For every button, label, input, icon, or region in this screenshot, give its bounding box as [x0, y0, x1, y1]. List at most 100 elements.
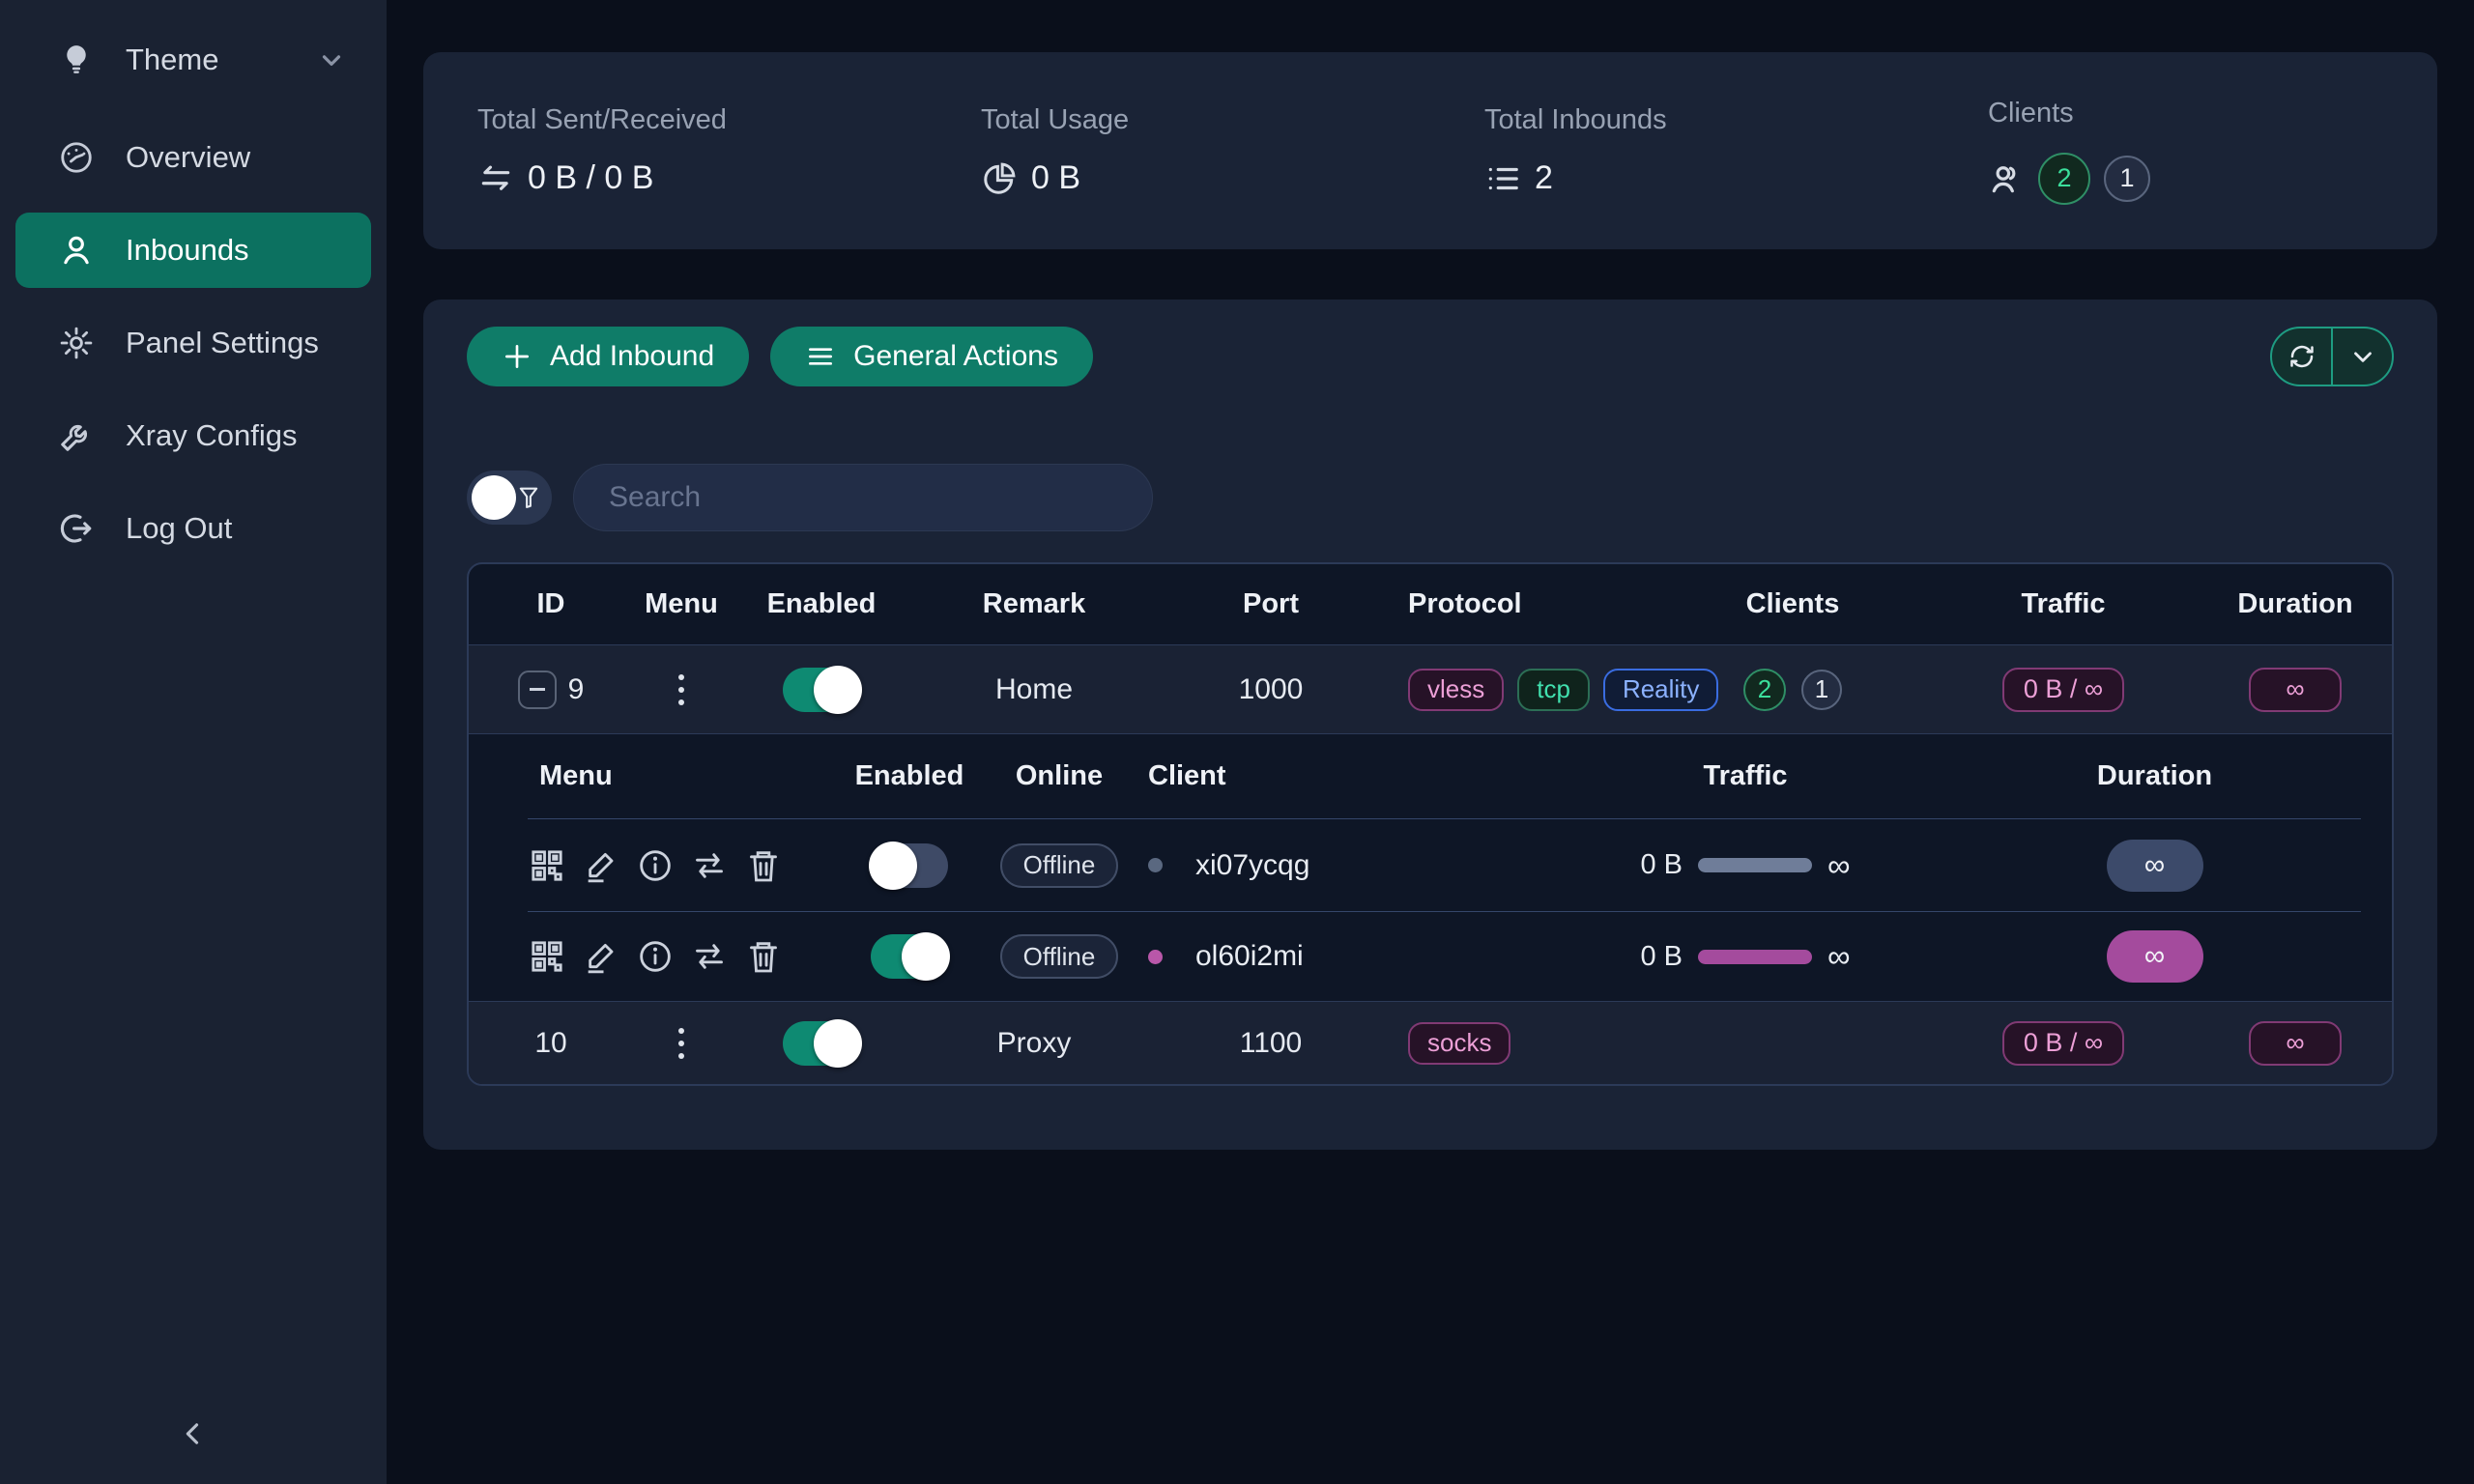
edit-pencil-icon[interactable] [582, 846, 620, 885]
protocol-tag-tcp: tcp [1517, 669, 1590, 711]
delete-trash-icon[interactable] [744, 846, 783, 885]
sidebar-nav: Overview Inbounds Panel Settings Xray Co… [0, 120, 387, 566]
actions-row: Add Inbound General Actions [467, 300, 2394, 386]
table-header-row: ID Menu Enabled Remark Port Protocol Cli… [469, 564, 2392, 645]
enabled-toggle[interactable] [783, 1021, 860, 1066]
theme-label: Theme [126, 43, 218, 77]
qr-code-icon[interactable] [528, 937, 566, 976]
reset-traffic-icon[interactable] [690, 846, 729, 885]
sidebar-item-label: Inbounds [126, 233, 249, 268]
client-name: ol60i2mi [1195, 940, 1304, 973]
collapse-sidebar-button[interactable] [166, 1407, 220, 1461]
collapse-row-button[interactable] [518, 671, 557, 709]
sidebar: Theme Overview Inbounds [0, 0, 387, 1484]
stat-value: 2 [1535, 159, 1553, 197]
reset-traffic-icon[interactable] [690, 937, 729, 976]
bulb-icon [58, 42, 95, 78]
inbound-row: 10 Proxy 1100 socks 0 B / ∞ [469, 1001, 2392, 1084]
protocol-tag-vless: vless [1408, 669, 1504, 711]
col-header-id: ID [469, 588, 633, 620]
sidebar-item-log-out[interactable]: Log Out [15, 491, 371, 566]
traffic-limit: ∞ [1827, 938, 1851, 975]
qr-code-icon[interactable] [528, 846, 566, 885]
clients-online-badge: 2 [1743, 669, 1786, 711]
refresh-split-button [2270, 327, 2394, 386]
sidebar-item-label: Log Out [126, 511, 232, 546]
logout-icon [58, 510, 95, 547]
client-duration-pill: ∞ [2107, 930, 2203, 983]
add-inbound-button[interactable]: Add Inbound [467, 327, 749, 386]
inbound-id: 9 [568, 673, 585, 706]
stat-total-inbounds: Total Inbounds 2 [1430, 104, 1934, 197]
inbound-remark: Home [913, 673, 1155, 706]
user-icon [58, 232, 95, 269]
subcol-header-traffic: Traffic [1542, 760, 1948, 792]
online-status-badge: Offline [1000, 843, 1119, 888]
add-inbound-label: Add Inbound [550, 340, 714, 373]
info-icon[interactable] [636, 937, 675, 976]
filter-row [467, 464, 2394, 531]
general-actions-label: General Actions [853, 340, 1058, 373]
edit-pencil-icon[interactable] [582, 937, 620, 976]
client-enabled-toggle[interactable] [871, 843, 948, 888]
col-header-traffic: Traffic [1928, 588, 2199, 620]
subcol-header-duration: Duration [1948, 760, 2361, 792]
client-name: xi07ycqg [1195, 849, 1309, 882]
search-input[interactable] [573, 464, 1153, 531]
toggle-knob [472, 475, 516, 520]
client-enabled-toggle[interactable] [871, 934, 948, 979]
stat-label: Total Sent/Received [477, 104, 927, 136]
users-icon [1988, 160, 2025, 197]
refresh-icon [2287, 342, 2316, 371]
traffic-progress-bar [1698, 950, 1812, 964]
funnel-icon [515, 484, 542, 511]
stat-label: Total Inbounds [1484, 104, 1934, 136]
client-duration-pill: ∞ [2107, 840, 2203, 892]
sidebar-item-inbounds[interactable]: Inbounds [15, 213, 371, 288]
arrows-left-right-icon [477, 160, 514, 197]
traffic-limit: ∞ [1827, 847, 1851, 884]
stat-value: 0 B [1031, 159, 1080, 197]
general-actions-button[interactable]: General Actions [770, 327, 1093, 386]
clients-subtable: Menu Enabled Online Client Traffic Durat… [469, 734, 2392, 1001]
col-header-duration: Duration [2199, 588, 2392, 620]
stat-label: Total Usage [981, 104, 1430, 136]
col-header-port: Port [1155, 588, 1387, 620]
protocol-tag-socks: socks [1408, 1022, 1510, 1065]
row-menu-button[interactable] [671, 1020, 692, 1067]
stat-value: 0 B / 0 B [528, 159, 653, 197]
sidebar-item-overview[interactable]: Overview [15, 120, 371, 195]
wrench-icon [58, 417, 95, 454]
sidebar-item-label: Overview [126, 140, 250, 175]
stats-card: Total Sent/Received 0 B / 0 B Total Usag… [423, 52, 2437, 249]
subtable-header-row: Menu Enabled Online Client Traffic Durat… [528, 734, 2361, 819]
clients-total-badge: 1 [1801, 670, 1842, 710]
sidebar-item-panel-settings[interactable]: Panel Settings [15, 305, 371, 381]
chevron-down-icon [317, 45, 346, 74]
sidebar-item-xray-configs[interactable]: Xray Configs [15, 398, 371, 473]
gauge-icon [58, 139, 95, 176]
subcol-header-online: Online [982, 760, 1136, 792]
refresh-button[interactable] [2272, 328, 2331, 385]
subcol-header-menu: Menu [528, 760, 837, 792]
info-icon[interactable] [636, 846, 675, 885]
enabled-toggle[interactable] [783, 668, 860, 712]
duration-pill: ∞ [2249, 668, 2342, 712]
inbound-port: 1000 [1155, 673, 1387, 706]
subcol-header-enabled: Enabled [837, 760, 982, 792]
row-menu-button[interactable] [671, 667, 692, 713]
theme-selector[interactable]: Theme [15, 23, 371, 97]
plus-icon [502, 341, 532, 372]
col-header-protocol: Protocol [1387, 588, 1657, 620]
filter-toggle[interactable] [467, 471, 552, 525]
refresh-options-button[interactable] [2331, 328, 2392, 385]
col-header-menu: Menu [633, 588, 730, 620]
delete-trash-icon[interactable] [744, 937, 783, 976]
traffic-pill: 0 B / ∞ [2002, 1021, 2124, 1066]
sidebar-item-label: Panel Settings [126, 326, 319, 360]
inbounds-panel: Add Inbound General Actions [423, 300, 2437, 1150]
stat-clients: Clients 2 1 [1934, 98, 2437, 205]
inbound-port: 1100 [1155, 1027, 1387, 1060]
stat-label: Clients [1988, 98, 2437, 129]
main-content: Total Sent/Received 0 B / 0 B Total Usag… [387, 0, 2474, 1484]
